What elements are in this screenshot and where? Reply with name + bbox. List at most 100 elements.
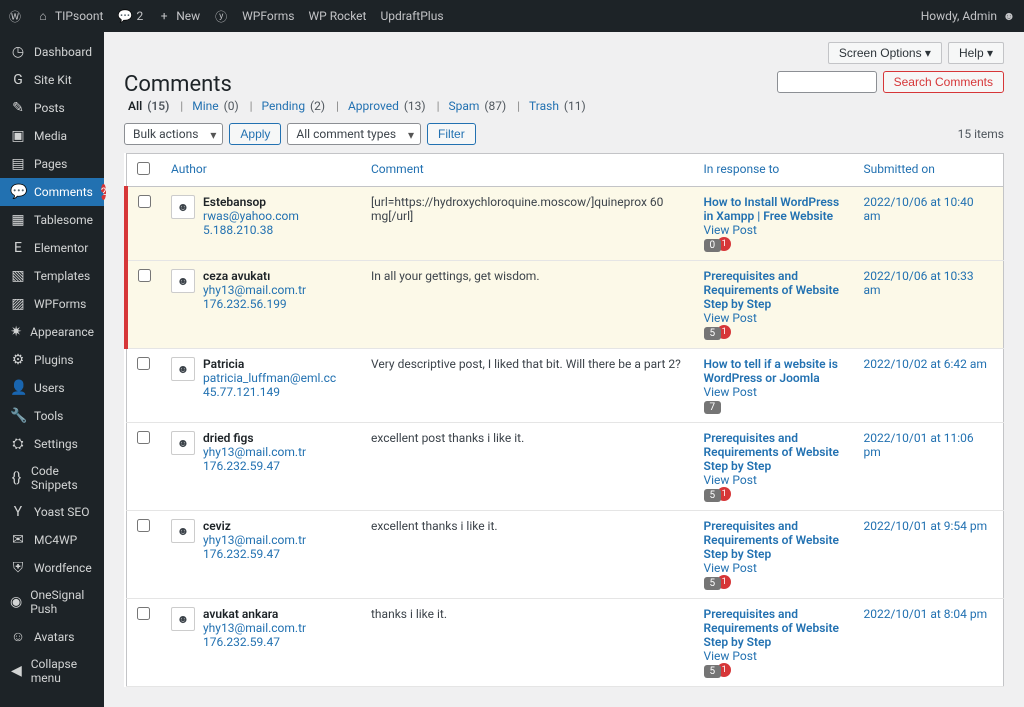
yoast-icon[interactable]: ⓨ — [214, 8, 228, 25]
submitted-date[interactable]: 2022/10/06 at 10:40 am — [864, 195, 994, 223]
sidebar-item-elementor[interactable]: EElementor — [0, 234, 104, 262]
new-content[interactable]: +New — [157, 9, 200, 23]
comment-bubble[interactable]: 7 — [704, 401, 722, 414]
author-ip[interactable]: 176.232.56.199 — [203, 297, 351, 311]
view-post-link[interactable]: View Post — [704, 649, 844, 663]
sidebar-item-wpforms[interactable]: ▨WPForms — [0, 290, 104, 318]
sidebar-item-settings[interactable]: ⛭Settings — [0, 430, 104, 458]
sidebar-item-code-snippets[interactable]: {}Code Snippets — [0, 458, 104, 498]
menu-icon: ◉ — [10, 594, 22, 610]
comment-bubble[interactable]: 5 — [704, 577, 722, 590]
sidebar-item-site-kit[interactable]: GSite Kit — [0, 66, 104, 94]
search-input[interactable] — [777, 71, 877, 93]
sidebar-item-plugins[interactable]: ⚙Plugins — [0, 346, 104, 374]
wp-logo[interactable]: Ⓦ — [8, 8, 22, 25]
sidebar-item-pages[interactable]: ▤Pages — [0, 150, 104, 178]
wpforms-link[interactable]: WPForms — [242, 9, 294, 23]
row-checkbox[interactable] — [137, 607, 150, 620]
sidebar-item-tablesome[interactable]: ▦Tablesome — [0, 206, 104, 234]
wprocket-link[interactable]: WP Rocket — [309, 9, 367, 23]
updraftplus-link[interactable]: UpdraftPlus — [380, 9, 443, 23]
comment-bubble[interactable]: 5 — [704, 327, 722, 340]
post-link[interactable]: How to Install WordPress in Xampp | Free… — [704, 195, 844, 223]
filter-approved[interactable]: Approved (13) — [348, 99, 428, 113]
author-email[interactable]: rwas@yahoo.com — [203, 209, 351, 223]
filter-button[interactable]: Filter — [427, 123, 476, 145]
comment-bubble[interactable]: 5 — [704, 489, 722, 502]
col-comment[interactable]: Comment — [361, 154, 694, 187]
submitted-date[interactable]: 2022/10/01 at 9:54 pm — [864, 519, 994, 533]
filter-trash[interactable]: Trash (11) — [529, 99, 588, 113]
status-filter-links: All (15) | Mine (0) | Pending (2) | Appr… — [124, 99, 1004, 113]
author-ip[interactable]: 176.232.59.47 — [203, 547, 351, 561]
sidebar-item-avatars[interactable]: ☺Avatars — [0, 622, 104, 651]
row-checkbox[interactable] — [137, 519, 150, 532]
filter-pending[interactable]: Pending (2) — [262, 99, 328, 113]
bulk-actions-select[interactable]: Bulk actions — [124, 123, 223, 145]
select-all-checkbox[interactable] — [137, 162, 150, 175]
col-author[interactable]: Author — [161, 154, 361, 187]
author-email[interactable]: yhy13@mail.com.tr — [203, 621, 351, 635]
comments-table: Author Comment In response to Submitted … — [124, 153, 1004, 687]
post-link[interactable]: How to tell if a website is WordPress or… — [704, 357, 844, 385]
author-email[interactable]: yhy13@mail.com.tr — [203, 445, 351, 459]
submitted-date[interactable]: 2022/10/02 at 6:42 am — [864, 357, 994, 371]
comment-types-select[interactable]: All comment types — [287, 123, 421, 145]
sidebar-item-templates[interactable]: ▧Templates — [0, 262, 104, 290]
view-post-link[interactable]: View Post — [704, 473, 844, 487]
post-link[interactable]: Prerequisites and Requirements of Websit… — [704, 607, 844, 649]
howdy-account[interactable]: Howdy, Admin ☻ — [921, 9, 1016, 23]
sidebar-item-wordfence[interactable]: ⛨Wordfence — [0, 554, 104, 582]
submitted-date[interactable]: 2022/10/01 at 11:06 pm — [864, 431, 994, 459]
sidebar-item-users[interactable]: 👤Users — [0, 374, 104, 402]
sidebar-item-tools[interactable]: 🔧Tools — [0, 402, 104, 430]
row-checkbox[interactable] — [138, 269, 151, 282]
sidebar-item-appearance[interactable]: ✷Appearance — [0, 318, 104, 346]
author-ip[interactable]: 176.232.59.47 — [203, 635, 351, 649]
row-checkbox[interactable] — [137, 357, 150, 370]
view-post-link[interactable]: View Post — [704, 561, 844, 575]
view-post-link[interactable]: View Post — [704, 311, 844, 325]
filter-spam[interactable]: Spam (87) — [448, 99, 508, 113]
author-email[interactable]: patricia_luffman@eml.cc — [203, 371, 351, 385]
filter-all[interactable]: All (15) — [128, 99, 171, 113]
post-link[interactable]: Prerequisites and Requirements of Websit… — [704, 269, 844, 311]
sidebar-item-yoast-seo[interactable]: YYoast SEO — [0, 498, 104, 526]
sidebar-item-collapse-menu[interactable]: ◀Collapse menu — [0, 651, 104, 691]
search-comments-button[interactable]: Search Comments — [883, 71, 1004, 93]
author-ip[interactable]: 5.188.210.38 — [203, 223, 351, 237]
site-name[interactable]: ⌂TIPsoont — [36, 9, 103, 23]
author-email[interactable]: yhy13@mail.com.tr — [203, 283, 351, 297]
menu-label: Tablesome — [34, 213, 93, 227]
comment-bubble[interactable]: 5 — [704, 665, 722, 678]
row-checkbox[interactable] — [138, 195, 151, 208]
sidebar-item-mc4wp[interactable]: ✉MC4WP — [0, 526, 104, 554]
screen-options-button[interactable]: Screen Options ▾ — [828, 42, 942, 64]
submitted-date[interactable]: 2022/10/06 at 10:33 am — [864, 269, 994, 297]
comments-count[interactable]: 💬2 — [117, 9, 143, 23]
view-post-link[interactable]: View Post — [704, 223, 844, 237]
sidebar-item-onesignal-push[interactable]: ◉OneSignal Push — [0, 582, 104, 622]
view-post-link[interactable]: View Post — [704, 385, 844, 399]
sidebar-item-posts[interactable]: ✎Posts — [0, 94, 104, 122]
sidebar-item-media[interactable]: ▣Media — [0, 122, 104, 150]
menu-icon: ✉ — [10, 532, 26, 548]
help-button[interactable]: Help ▾ — [948, 42, 1004, 64]
menu-icon: E — [10, 240, 26, 256]
author-ip[interactable]: 176.232.59.47 — [203, 459, 351, 473]
col-date[interactable]: Submitted on — [854, 154, 1004, 187]
submitted-date[interactable]: 2022/10/01 at 8:04 pm — [864, 607, 994, 621]
sidebar-item-dashboard[interactable]: ◷Dashboard — [0, 38, 104, 66]
row-checkbox[interactable] — [137, 431, 150, 444]
filter-mine[interactable]: Mine (0) — [192, 99, 240, 113]
comment-bubble[interactable]: 0 — [704, 239, 722, 252]
col-response[interactable]: In response to — [694, 154, 854, 187]
sidebar-item-comments[interactable]: 💬Comments2 — [0, 178, 104, 206]
apply-button[interactable]: Apply — [229, 123, 281, 145]
author-ip[interactable]: 45.77.121.149 — [203, 385, 351, 399]
post-link[interactable]: Prerequisites and Requirements of Websit… — [704, 519, 844, 561]
post-link[interactable]: Prerequisites and Requirements of Websit… — [704, 431, 844, 473]
menu-label: Users — [34, 381, 65, 395]
table-row: ☻dried figsyhy13@mail.com.tr176.232.59.4… — [126, 423, 1004, 511]
author-email[interactable]: yhy13@mail.com.tr — [203, 533, 351, 547]
